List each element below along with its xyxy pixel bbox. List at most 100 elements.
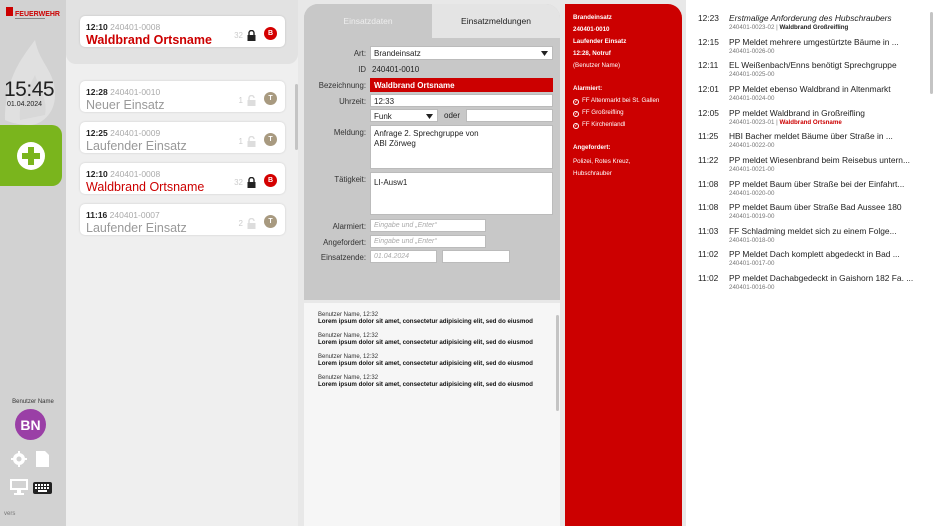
incident-type-badge: B (264, 27, 277, 40)
incident-card[interactable]: 12:28 240401-0010 Neuer Einsatz 1 T (80, 81, 285, 112)
message-id: 240401-0016-00 (729, 284, 775, 291)
message-row[interactable]: 12:05 PP meldet Waldbrand in Großreiflin… (698, 106, 924, 130)
incident-time: 12:25 240401-0009 (86, 128, 161, 138)
incident-title: Laufender Einsatz (86, 139, 187, 153)
messages-scrollbar[interactable] (930, 12, 933, 94)
message-id: 240401-0026-00 (729, 48, 775, 55)
plus-icon (17, 141, 45, 170)
angefordert-input[interactable]: Eingabe und „Enter“ (370, 235, 486, 248)
incident-time: 11:16 240401-0007 (86, 210, 160, 220)
message-row[interactable]: 11:08 PP meldet Baum über Straße Bad Aus… (698, 200, 924, 224)
document-icon[interactable] (36, 451, 49, 472)
message-row[interactable]: 11:22 PP meldet Wiesenbrand beim Reisebu… (698, 153, 924, 177)
message-id: 240401-0018-00 (729, 237, 775, 244)
log-entry: Benutzer Name, 12:32 Lorem ipsum dolor s… (318, 354, 533, 367)
keyboard-icon[interactable] (33, 481, 52, 499)
log-scrollbar[interactable] (556, 315, 559, 411)
message-id: 240401-0025-00 (729, 71, 775, 78)
message-text: Erstmalige Anforderung des Hubschraubers (729, 13, 892, 23)
clock-date: 01.04.2024 (7, 101, 43, 108)
incident-card-active[interactable]: 12:10 240401-0008 Waldbrand Ortsname 32 … (80, 16, 285, 47)
incident-count: 1 (238, 96, 243, 105)
incident-card[interactable]: 11:16 240401-0007 Laufender Einsatz 2 T (80, 204, 285, 235)
add-incident-button[interactable] (0, 125, 62, 186)
message-id: 240401-0024-00 (729, 95, 775, 102)
taetigkeit-textarea[interactable]: LI-Ausw1 (370, 172, 553, 215)
gear-icon[interactable] (11, 451, 27, 472)
log-entry: Benutzer Name, 12:32 Lorem ipsum dolor s… (318, 375, 533, 388)
angefordert-label: Angefordert: (323, 238, 366, 247)
art-value: Brandeinsatz (374, 49, 421, 58)
summary-angefordert: Polizei, Rotes Kreuz, Hubschrauber (573, 158, 631, 177)
message-time: 11:03 (698, 226, 719, 236)
incident-type-badge: T (264, 133, 277, 146)
oder-label: oder (444, 111, 461, 120)
clock: 15:45 (4, 78, 55, 101)
version-label: vers (4, 511, 16, 517)
art-select[interactable]: Brandeinsatz (370, 46, 553, 60)
incident-summary-panel: Brandeinsatz 240401-0010 Laufender Einsa… (565, 4, 682, 526)
message-text: PP meldet Waldbrand in Großreifling (729, 108, 865, 118)
log-message: Lorem ipsum dolor sit amet, consectetur … (318, 318, 533, 325)
message-text: PP meldet Baum über Straße bei der Einfa… (729, 179, 905, 189)
message-row[interactable]: 11:08 PP meldet Baum über Straße bei der… (698, 177, 924, 201)
message-row[interactable]: 11:02 PP Meldet Dach komplett abgedeckt … (698, 247, 924, 271)
einsatzende-date-input[interactable]: 01.04.2024 (370, 250, 437, 263)
funk-select[interactable]: Funk (370, 109, 438, 122)
log-message: Lorem ipsum dolor sit amet, consectetur … (318, 339, 533, 346)
message-text: PP meldet Dachabgedeckt in Gaishorn 182 … (729, 273, 914, 283)
message-row[interactable]: 12:11 EL Weißenbach/Enns benötigt Sprech… (698, 58, 924, 82)
avatar[interactable]: BN (15, 409, 46, 440)
tab-einsatzdaten[interactable]: Einsatzdaten (304, 4, 432, 38)
incident-list-scrollbar[interactable] (295, 84, 298, 150)
log-message: Lorem ipsum dolor sit amet, consectetur … (318, 360, 533, 367)
message-row[interactable]: 12:15 PP Meldet mehrere umgestürtzte Bäu… (698, 35, 924, 59)
message-row[interactable]: 11:03 FF Schladming meldet sich zu einem… (698, 224, 924, 248)
message-text: EL Weißenbach/Enns benötigt Sprechgruppe (729, 60, 897, 70)
oder-field[interactable] (466, 109, 553, 122)
monitor-icon[interactable] (10, 479, 28, 500)
bezeichnung-field[interactable]: Waldbrand Ortsname (370, 78, 553, 92)
einsatzende-time-input[interactable] (442, 250, 510, 263)
check-icon: ✓ (573, 111, 579, 117)
einsatzende-label: Einsatzende: (320, 253, 366, 262)
summary-id: 240401-0010 (573, 26, 610, 33)
message-row[interactable]: 11:02 PP meldet Dachabgedeckt in Gaishor… (698, 271, 924, 295)
message-log: Benutzer Name, 12:32 Lorem ipsum dolor s… (304, 303, 560, 526)
message-time: 11:08 (698, 202, 719, 212)
art-label: Art: (353, 49, 366, 58)
lock-icon (247, 177, 256, 188)
message-time: 11:02 (698, 273, 719, 283)
message-text: PP meldet Baum über Straße Bad Aussee 18… (729, 202, 902, 212)
message-time: 11:25 (698, 131, 719, 141)
log-message: Lorem ipsum dolor sit amet, consectetur … (318, 381, 533, 388)
user-name: Benutzer Name (12, 399, 54, 405)
message-id: 240401-0023-02 | Waldbrand Großreifling (729, 24, 849, 31)
log-entry: Benutzer Name, 12:32 Lorem ipsum dolor s… (318, 312, 533, 325)
meldung-label: Meldung: (333, 128, 366, 137)
id-value: 240401-0010 (372, 65, 420, 74)
message-time: 12:05 (698, 108, 719, 118)
tab-einsatzmeldungen[interactable]: Einsatzmeldungen (432, 4, 560, 38)
message-row[interactable]: 11:25 HBI Bacher meldet Bäume über Straß… (698, 129, 924, 153)
message-text: PP Meldet mehrere umgestürtzte Bäume in … (729, 37, 899, 47)
message-text: FF Schladming meldet sich zu einem Folge… (729, 226, 897, 236)
meldung-textarea[interactable]: Anfrage 2. Sprechgruppe von ABI Zörweg (370, 125, 553, 169)
message-id: 240401-0021-00 (729, 166, 775, 173)
unlock-icon (247, 136, 256, 147)
check-icon: ✓ (573, 99, 579, 105)
incident-time: 12:10 240401-0008 (86, 22, 161, 32)
message-row[interactable]: 12:01 PP Meldet ebenso Waldbrand in Alte… (698, 82, 924, 106)
incident-form: Einsatzdaten Einsatzmeldungen Art: Brand… (304, 4, 560, 300)
check-icon: ✓ (573, 123, 579, 129)
incident-card[interactable]: 12:10 240401-0008 Waldbrand Ortsname 32 … (80, 163, 285, 194)
incident-title: Waldbrand Ortsname (86, 180, 205, 194)
uhrzeit-field[interactable]: 12:33 (370, 94, 553, 107)
unlock-icon (247, 95, 256, 106)
message-row[interactable]: 12:23 Erstmalige Anforderung des Hubschr… (698, 11, 924, 35)
incident-card[interactable]: 12:25 240401-0009 Laufender Einsatz 1 T (80, 122, 285, 153)
summary-user: (Benutzer Name) (573, 62, 621, 69)
incident-count: 2 (238, 219, 243, 228)
message-id: 240401-0019-00 (729, 213, 775, 220)
alarmiert-input[interactable]: Eingabe und „Enter“ (370, 219, 486, 232)
